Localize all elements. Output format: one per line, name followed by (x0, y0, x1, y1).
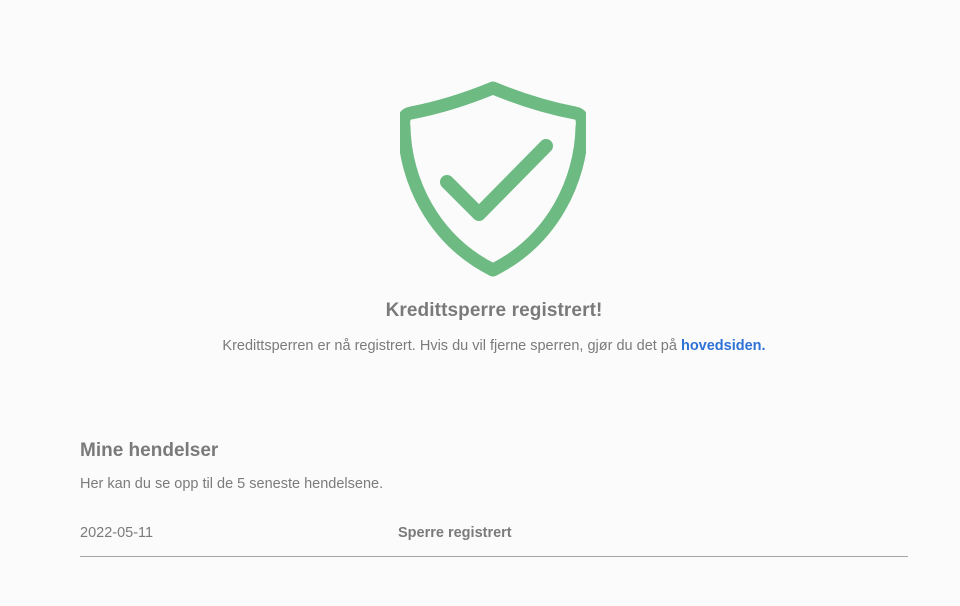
confirmation-message: Kredittsperren er nå registrert. Hvis du… (0, 338, 960, 354)
confirmation-message-text: Kredittsperren er nå registrert. Hvis du… (222, 338, 681, 354)
checkmark (440, 139, 553, 221)
events-subtitle: Her kan du se opp til de 5 seneste hende… (80, 476, 384, 492)
shield-check-graphic (400, 81, 586, 277)
event-row: 2022-05-11 Sperre registrert (80, 512, 908, 557)
event-date: 2022-05-11 (80, 525, 154, 541)
events-heading: Mine hendelser (80, 440, 219, 461)
shield-check-icon (400, 80, 586, 278)
shield-outline (400, 81, 586, 277)
main-page-link[interactable]: hovedsiden. (681, 338, 766, 354)
event-description: Sperre registrert (398, 525, 512, 541)
confirmation-title: Kredittsperre registrert! (385, 300, 603, 321)
events-list: 2022-05-11 Sperre registrert (80, 512, 908, 557)
